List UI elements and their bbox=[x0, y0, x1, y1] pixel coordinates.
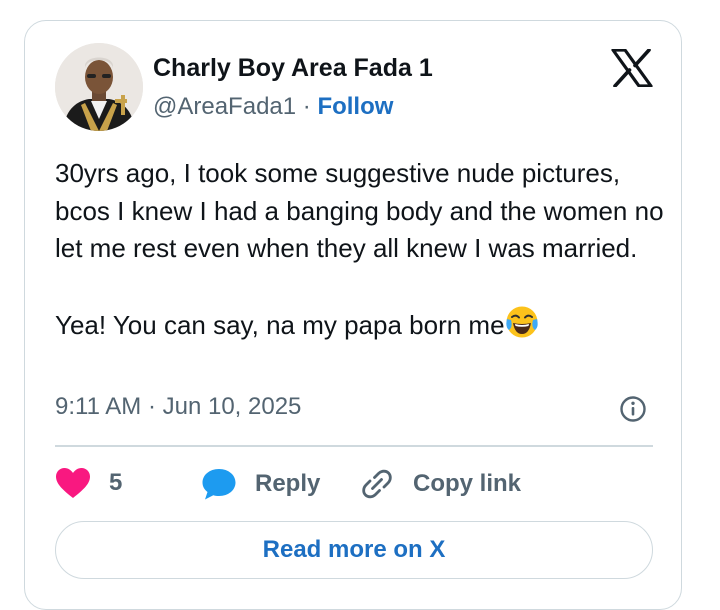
heart-icon bbox=[55, 467, 91, 499]
divider bbox=[55, 445, 653, 447]
read-more-button[interactable]: Read more on X bbox=[55, 521, 653, 579]
reply-button[interactable]: Reply bbox=[201, 467, 320, 501]
x-logo-icon[interactable] bbox=[611, 48, 653, 88]
action-bar: 5 Reply Copy link bbox=[55, 467, 655, 501]
like-button[interactable]: 5 bbox=[55, 467, 122, 499]
copy-link-label: Copy link bbox=[413, 470, 522, 497]
tweet-paragraph-2-text: Yea! You can say, na my papa born me bbox=[55, 309, 505, 340]
copy-link-button[interactable]: Copy link bbox=[360, 467, 521, 501]
tweet-paragraph-1: 30yrs ago, I took some suggestive nude p… bbox=[55, 158, 664, 263]
handle[interactable]: @AreaFada1 bbox=[153, 93, 296, 120]
info-icon[interactable] bbox=[619, 395, 647, 423]
tweet-paragraph-2: Yea! You can say, na my papa born me bbox=[55, 305, 665, 345]
handle-row: @AreaFada1 · Follow bbox=[153, 93, 393, 121]
timestamp[interactable]: 9:11 AM · Jun 10, 2025 bbox=[55, 393, 301, 421]
display-name[interactable]: Charly Boy Area Fada 1 bbox=[153, 54, 433, 83]
like-count: 5 bbox=[109, 469, 123, 496]
tweet-embed-card[interactable]: Charly Boy Area Fada 1 @AreaFada1 · Foll… bbox=[24, 20, 682, 610]
link-icon bbox=[360, 467, 394, 501]
separator: · bbox=[296, 93, 318, 120]
reply-bubble-icon bbox=[201, 467, 237, 501]
follow-link[interactable]: Follow bbox=[317, 93, 393, 120]
avatar[interactable] bbox=[55, 43, 143, 131]
laughing-emoji-icon bbox=[505, 305, 539, 339]
reply-label: Reply bbox=[255, 470, 321, 497]
tweet-text: 30yrs ago, I took some suggestive nude p… bbox=[55, 155, 665, 344]
